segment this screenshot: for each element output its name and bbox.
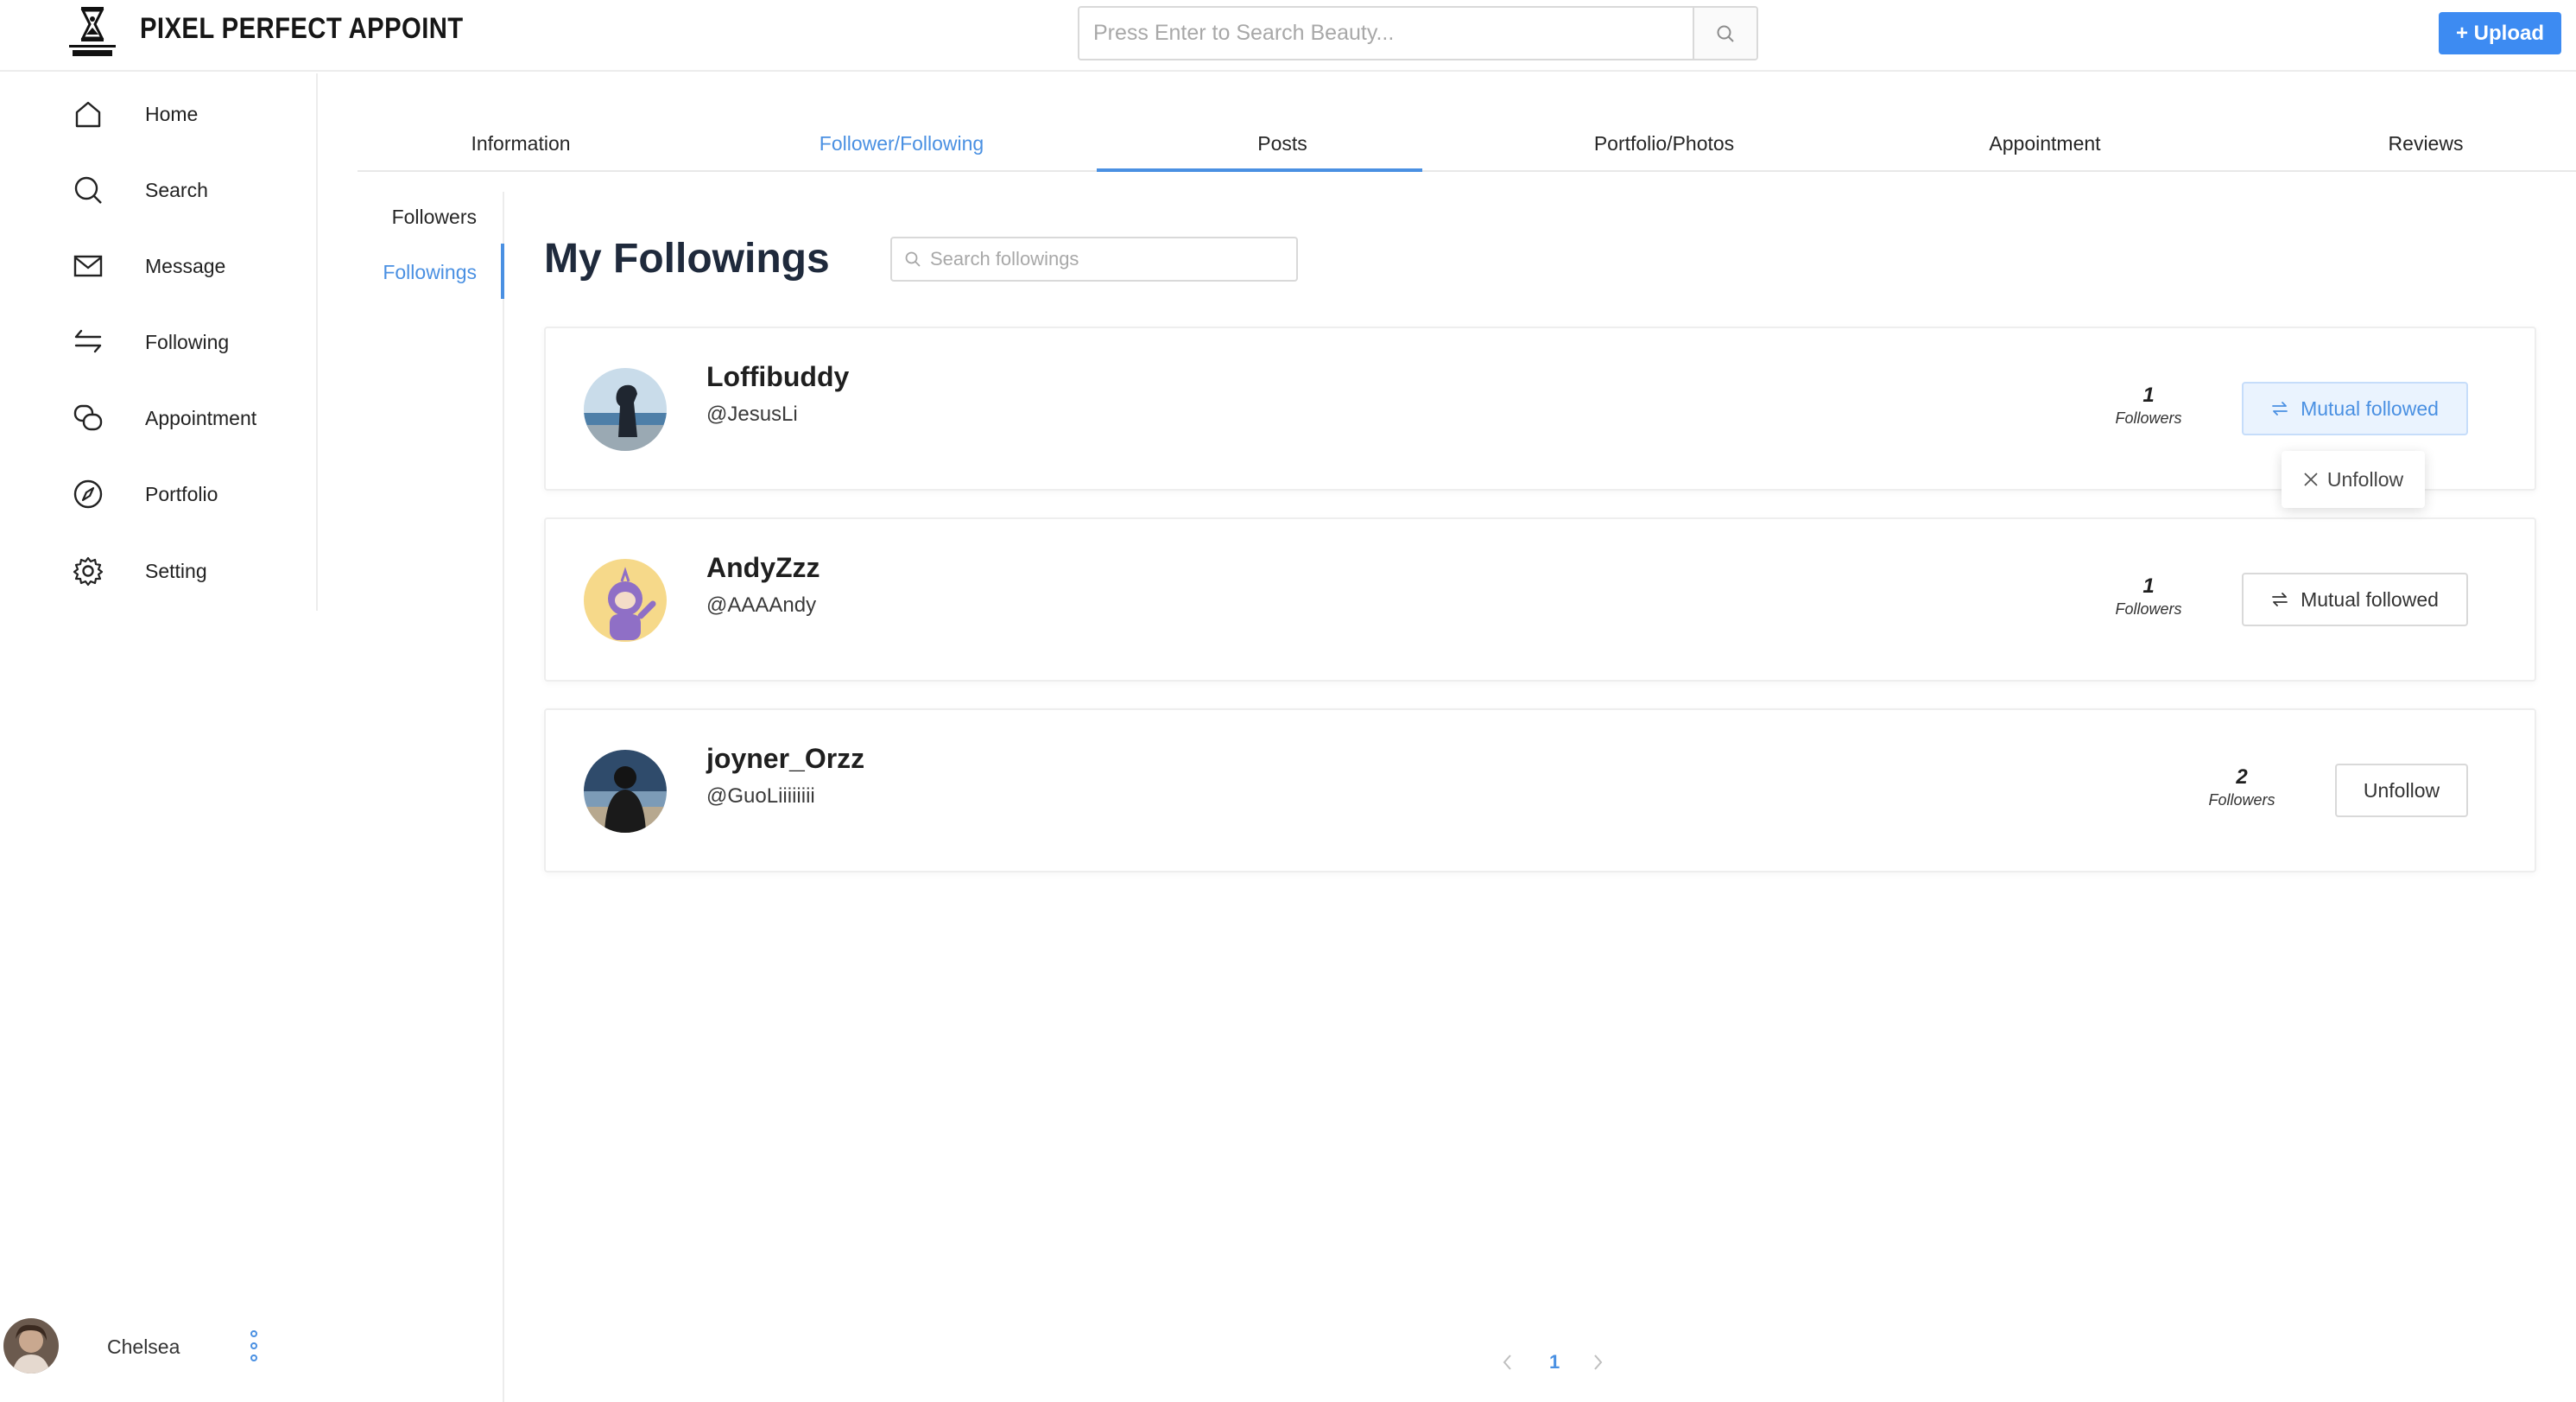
followers-unit: Followers	[2208, 791, 2275, 809]
avatar[interactable]	[584, 368, 667, 451]
upload-button[interactable]: + Upload	[2439, 12, 2561, 54]
profile-tabs: Information Follower/Following Posts Por…	[358, 117, 2576, 172]
followers-unit: Followers	[2115, 600, 2182, 618]
user-handle: @GuoLiiiiiiii	[706, 784, 815, 808]
sidebar-item-label: Following	[145, 330, 230, 353]
follow-submenu: Followers Followings	[358, 192, 504, 1402]
tab-information[interactable]: Information	[471, 132, 570, 155]
sidebar-item-portfolio[interactable]: Portfolio	[69, 473, 218, 516]
followers-number: 1	[2142, 384, 2155, 407]
unfollow-button[interactable]: Unfollow	[2335, 764, 2468, 817]
tab-portfolio-photos[interactable]: Portfolio/Photos	[1594, 132, 1734, 155]
sidebar-item-label: Home	[145, 102, 199, 125]
swap-icon	[2272, 402, 2288, 416]
global-search	[1078, 6, 1758, 60]
active-submenu-indicator	[501, 244, 504, 299]
followers-number: 1	[2142, 574, 2155, 598]
tab-appointment[interactable]: Appointment	[1989, 132, 2100, 155]
swap-icon	[2272, 593, 2288, 606]
compass-icon	[69, 475, 107, 513]
sidebar-item-label: Search	[145, 178, 208, 201]
followers-count: 1 Followers	[2097, 384, 2200, 428]
page-number[interactable]: 1	[1549, 1351, 1560, 1373]
followers-count: 1 Followers	[2097, 574, 2200, 619]
avatar[interactable]	[584, 559, 667, 642]
chat-bubbles-icon	[69, 399, 107, 437]
user-handle: @JesusLi	[706, 403, 798, 426]
avatar[interactable]	[3, 1318, 59, 1373]
search-icon	[1717, 25, 1734, 42]
global-search-button[interactable]	[1693, 8, 1756, 59]
unfollow-dropdown-item[interactable]: Unfollow	[2282, 451, 2425, 508]
top-header: PIXEL PERFECT APPOINT + Upload	[0, 0, 2576, 72]
sidebar-item-search[interactable]: Search	[69, 168, 208, 212]
user-handle: @AAAAndy	[706, 593, 817, 617]
user-display-name[interactable]: joyner_Orzz	[706, 743, 864, 775]
mutual-followed-button[interactable]: Mutual followed	[2242, 573, 2468, 626]
user-display-name[interactable]: AndyZzz	[706, 552, 820, 584]
submenu-followers[interactable]: Followers	[392, 206, 477, 229]
brand-name: PIXEL PERFECT APPOINT	[140, 12, 464, 45]
user-footer: Chelsea	[0, 1313, 318, 1391]
tab-posts[interactable]: Posts	[1257, 132, 1307, 155]
followings-search	[890, 237, 1298, 282]
avatar[interactable]	[584, 750, 667, 833]
close-icon	[2304, 473, 2318, 486]
hourglass-logo-icon[interactable]	[64, 3, 121, 60]
followers-unit: Followers	[2115, 409, 2182, 427]
followers-count: 2 Followers	[2190, 765, 2294, 810]
page-title: My Followings	[544, 236, 830, 282]
sidebar-item-appointment[interactable]: Appointment	[69, 396, 256, 440]
chevron-left-icon[interactable]	[1499, 1351, 1516, 1373]
followings-search-input[interactable]	[930, 248, 1275, 270]
gear-icon	[69, 552, 107, 590]
sidebar-item-label: Portfolio	[145, 482, 218, 505]
tab-follower-following[interactable]: Follower/Following	[820, 132, 984, 155]
mutual-followed-label: Mutual followed	[2301, 587, 2439, 611]
following-card: Loffibuddy @JesusLi 1 Followers Mutual f…	[544, 327, 2536, 491]
more-options-icon[interactable]	[245, 1327, 263, 1365]
home-icon	[69, 95, 107, 133]
sidebar-item-setting[interactable]: Setting	[69, 549, 207, 593]
pagination: 1	[1499, 1348, 1611, 1377]
search-icon	[69, 171, 107, 209]
sidebar-item-home[interactable]: Home	[69, 92, 198, 136]
submenu-followings[interactable]: Followings	[383, 261, 477, 284]
global-search-input[interactable]	[1079, 8, 1693, 59]
mutual-followed-button[interactable]: Mutual followed	[2242, 382, 2468, 435]
user-display-name[interactable]: Loffibuddy	[706, 361, 849, 393]
user-name: Chelsea	[107, 1335, 180, 1358]
mail-icon	[69, 247, 107, 285]
chevron-right-icon[interactable]	[1589, 1351, 1606, 1373]
following-card: AndyZzz @AAAAndy 1 Followers Mutual foll…	[544, 517, 2536, 682]
sidebar-item-label: Message	[145, 254, 226, 277]
sidebar-item-label: Setting	[145, 559, 207, 582]
sidebar-item-following[interactable]: Following	[69, 320, 229, 364]
following-card: joyner_Orzz @GuoLiiiiiiii 2 Followers Un…	[544, 708, 2536, 872]
sidebar: Home Search Message Following Appointmen…	[0, 73, 318, 611]
swap-icon	[69, 323, 107, 361]
unfollow-dropdown-label: Unfollow	[2326, 467, 2404, 491]
followers-number: 2	[2236, 765, 2248, 789]
tab-reviews[interactable]: Reviews	[2389, 132, 2464, 155]
sidebar-item-message[interactable]: Message	[69, 244, 225, 288]
sidebar-item-label: Appointment	[145, 406, 257, 429]
active-tab-indicator	[1097, 168, 1422, 172]
search-icon	[905, 251, 921, 267]
mutual-followed-label: Mutual followed	[2301, 396, 2439, 420]
